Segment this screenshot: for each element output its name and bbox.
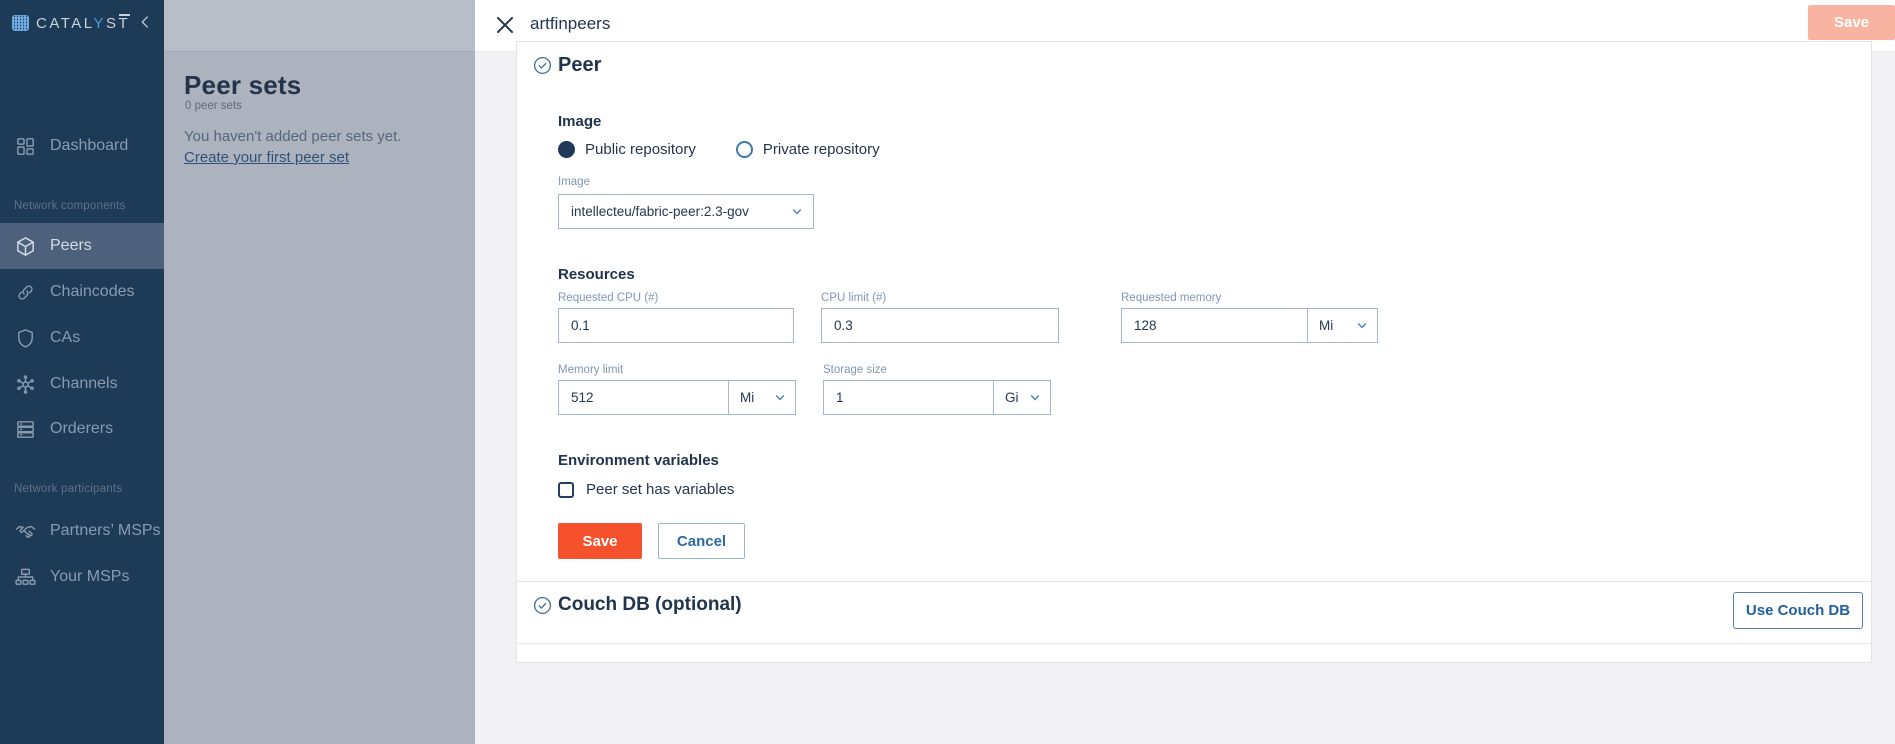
public-repository-radio[interactable] [558, 141, 575, 158]
peer-set-has-variables-checkbox[interactable] [558, 482, 574, 498]
org-chart-icon [14, 566, 37, 589]
chevron-down-icon [1356, 320, 1368, 332]
requested-cpu-input[interactable] [558, 308, 794, 343]
sidebar-item-cas[interactable]: CAs [0, 315, 164, 361]
sidebar-item-label: Chaincodes [50, 283, 135, 301]
private-repository-radio[interactable] [736, 141, 753, 158]
sidebar-item-label: Your MSPs [50, 568, 129, 586]
peer-set-has-variables-label: Peer set has variables [586, 481, 734, 498]
create-first-peer-set-link[interactable]: Create your first peer set [184, 148, 349, 168]
page-title: Peer sets [184, 70, 301, 101]
dashboard-icon [14, 135, 37, 158]
requested-memory-label: Requested memory [1121, 292, 1378, 304]
chevron-left-icon [134, 11, 156, 33]
sidebar-section-network-participants: Network participants [14, 483, 122, 495]
couchdb-section-header: Couch DB (optional) [532, 594, 742, 616]
memory-limit-field: Memory limit Mi [558, 364, 796, 415]
cpu-limit-label: CPU limit (#) [821, 292, 1059, 304]
chevron-down-icon [791, 206, 803, 218]
handshake-icon [14, 520, 37, 543]
resources-heading: Resources [558, 266, 635, 283]
sidebar-item-peers[interactable]: Peers [0, 223, 164, 269]
storage-size-label: Storage size [823, 364, 1051, 376]
save-button[interactable]: Save [558, 523, 642, 559]
editor-content: Save Peer Image Public repository Privat… [475, 0, 1895, 744]
repository-radio-group: Public repository Private repository [558, 141, 920, 158]
memory-limit-label: Memory limit [558, 364, 796, 376]
memory-limit-unit-select[interactable]: Mi [728, 380, 796, 415]
check-circle-icon [532, 55, 553, 76]
sidebar-item-your-msps[interactable]: Your MSPs [0, 554, 164, 600]
storage-size-input[interactable] [823, 380, 994, 415]
requested-cpu-field: Requested CPU (#) [558, 292, 794, 343]
env-variables-row: Peer set has variables [558, 481, 734, 498]
storage-size-unit-select[interactable]: Gi [993, 380, 1051, 415]
sidebar-item-partners-msps[interactable]: Partners’ MSPs [0, 508, 164, 554]
sidebar-item-channels[interactable]: Channels [0, 361, 164, 407]
section-title: Peer [558, 54, 601, 77]
peer-sets-count: 0 peer sets [185, 100, 242, 112]
empty-state-text: You haven't added peer sets yet. [184, 128, 401, 145]
requested-memory-field: Requested memory Mi [1121, 292, 1378, 343]
sidebar-item-chaincodes[interactable]: Chaincodes [0, 269, 164, 315]
cpu-limit-input[interactable] [821, 308, 1059, 343]
requested-cpu-label: Requested CPU (#) [558, 292, 794, 304]
peer-form-card: Peer Image Public repository Private rep… [516, 41, 1872, 663]
topbar-save-button[interactable]: Save [1808, 5, 1895, 40]
app-root: CATALYST Dashboard Network components Pe… [0, 0, 1895, 744]
memory-limit-input[interactable] [558, 380, 729, 415]
empty-state: You haven't added peer sets yet. Create … [184, 127, 401, 168]
sidebar-item-label: Peers [50, 237, 92, 255]
requested-memory-input[interactable] [1121, 308, 1308, 343]
brand: CATALYST [12, 10, 156, 36]
cancel-button[interactable]: Cancel [658, 523, 745, 559]
peer-sets-panel: Peer sets 0 peer sets You haven't added … [164, 0, 475, 744]
peer-section-header: Peer [532, 54, 601, 77]
cube-icon [14, 235, 37, 258]
image-select[interactable]: intellecteu/fabric-peer:2.3-gov [558, 194, 814, 229]
sidebar-item-label: Partners’ MSPs [50, 522, 161, 540]
unit-value: Mi [1319, 318, 1333, 333]
check-circle-icon [532, 595, 553, 616]
sidebar-item-label: CAs [50, 329, 80, 347]
section-divider [517, 581, 1871, 582]
env-variables-heading: Environment variables [558, 452, 719, 469]
server-stack-icon [14, 418, 37, 441]
use-couchdb-button[interactable]: Use Couch DB [1733, 592, 1863, 629]
peer-set-name-input[interactable] [528, 12, 733, 42]
chain-link-icon [14, 281, 37, 304]
sidebar-collapse-button[interactable] [134, 11, 156, 33]
sidebar-item-label: Channels [50, 375, 118, 393]
chevron-down-icon [774, 392, 786, 404]
chevron-down-icon [1029, 392, 1041, 404]
private-repository-label: Private repository [763, 141, 880, 158]
sidebar: CATALYST Dashboard Network components Pe… [0, 0, 164, 744]
network-hub-icon [14, 373, 37, 396]
close-button[interactable] [493, 13, 517, 37]
catalyst-logo-icon [12, 15, 29, 31]
sidebar-item-label: Dashboard [50, 137, 128, 155]
unit-value: Mi [740, 390, 754, 405]
unit-value: Gi [1005, 390, 1019, 405]
sidebar-item-label: Orderers [50, 420, 113, 438]
image-select-value: intellecteu/fabric-peer:2.3-gov [571, 204, 749, 219]
section-title: Couch DB (optional) [558, 594, 742, 616]
cpu-limit-field: CPU limit (#) [821, 292, 1059, 343]
close-icon [493, 13, 517, 37]
sidebar-item-dashboard[interactable]: Dashboard [0, 123, 164, 169]
shield-icon [14, 327, 37, 350]
image-heading: Image [558, 113, 601, 130]
requested-memory-unit-select[interactable]: Mi [1307, 308, 1378, 343]
image-select-label: Image [558, 176, 590, 188]
section-divider [517, 643, 1871, 644]
sidebar-section-network-components: Network components [14, 200, 126, 212]
public-repository-label: Public repository [585, 141, 696, 158]
storage-size-field: Storage size Gi [823, 364, 1051, 415]
panel-topbar [164, 0, 475, 52]
sidebar-item-orderers[interactable]: Orderers [0, 406, 164, 452]
brand-wordmark: CATALYST [36, 14, 130, 32]
